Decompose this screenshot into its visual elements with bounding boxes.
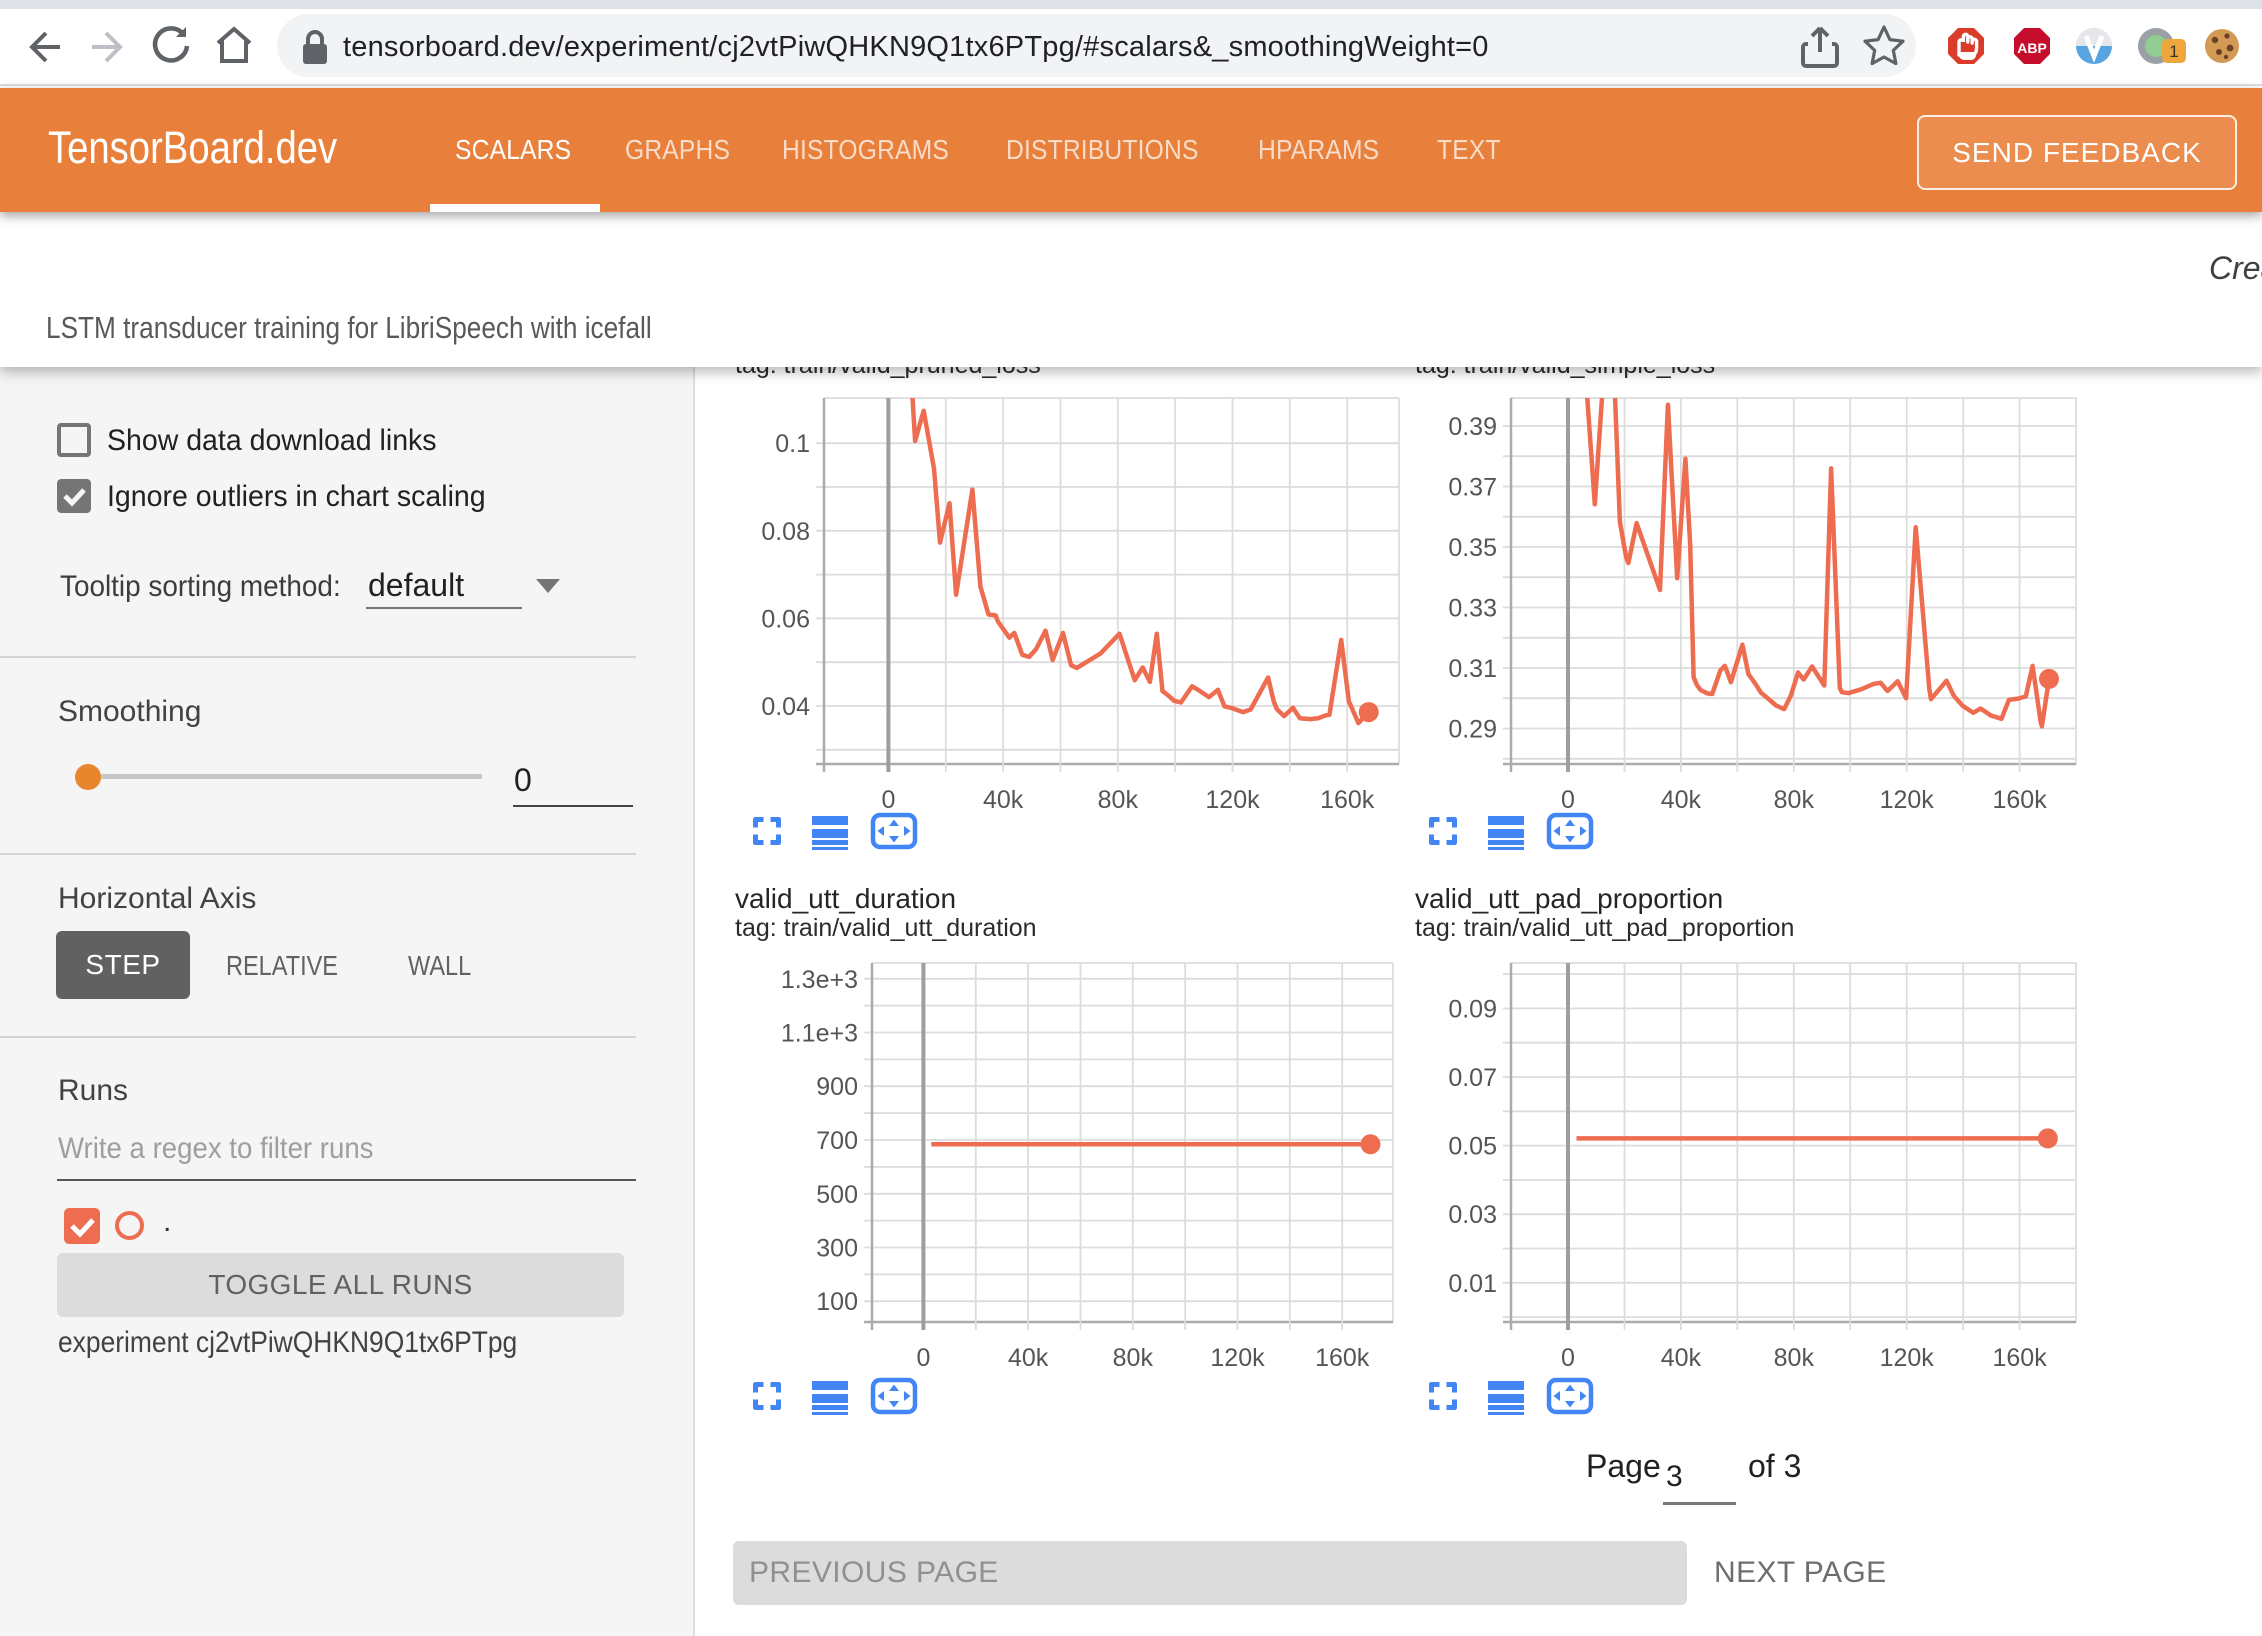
svg-text:0.06: 0.06: [761, 605, 810, 633]
svg-text:500: 500: [816, 1181, 858, 1209]
svg-text:0.37: 0.37: [1448, 474, 1497, 502]
svg-text:80k: 80k: [1774, 1344, 1815, 1372]
svg-text:0.07: 0.07: [1448, 1064, 1497, 1092]
svg-text:0: 0: [916, 1344, 930, 1372]
svg-text:0: 0: [1561, 1344, 1575, 1372]
svg-text:1.3e+3: 1.3e+3: [781, 966, 858, 994]
svg-text:1: 1: [2169, 42, 2178, 61]
svg-text:1.1e+3: 1.1e+3: [781, 1020, 858, 1048]
svg-text:120k: 120k: [1880, 1344, 1935, 1372]
svg-text:700: 700: [816, 1127, 858, 1155]
svg-text:120k: 120k: [1210, 1344, 1265, 1372]
svg-text:0.01: 0.01: [1448, 1270, 1497, 1298]
svg-text:40k: 40k: [1008, 1344, 1049, 1372]
svg-text:0.05: 0.05: [1448, 1133, 1497, 1161]
svg-text:0: 0: [881, 786, 895, 814]
svg-text:120k: 120k: [1880, 786, 1935, 814]
svg-text:0: 0: [1561, 786, 1575, 814]
svg-text:160k: 160k: [1992, 1344, 2047, 1372]
svg-text:300: 300: [816, 1235, 858, 1263]
svg-text:0.04: 0.04: [761, 693, 810, 721]
svg-text:120k: 120k: [1205, 786, 1260, 814]
svg-text:0.03: 0.03: [1448, 1201, 1497, 1229]
svg-text:160k: 160k: [1992, 786, 2047, 814]
svg-text:0.29: 0.29: [1448, 716, 1497, 744]
svg-text:0.09: 0.09: [1448, 995, 1497, 1023]
svg-text:tag: train/valid_utt_pad_propo: tag: train/valid_utt_pad_proportion: [1415, 914, 1794, 942]
svg-text:80k: 80k: [1098, 786, 1139, 814]
svg-text:160k: 160k: [1320, 786, 1375, 814]
svg-text:40k: 40k: [983, 786, 1024, 814]
svg-text:0.08: 0.08: [761, 518, 810, 546]
svg-text:valid_utt_duration: valid_utt_duration: [735, 883, 956, 914]
svg-text:160k: 160k: [1315, 1344, 1370, 1372]
svg-text:valid_utt_pad_proportion: valid_utt_pad_proportion: [1415, 883, 1723, 914]
svg-text:0.35: 0.35: [1448, 534, 1497, 562]
svg-text:80k: 80k: [1774, 786, 1815, 814]
svg-text:tag: train/valid_utt_duration: tag: train/valid_utt_duration: [735, 914, 1037, 942]
svg-text:900: 900: [816, 1073, 858, 1101]
svg-text:40k: 40k: [1661, 1344, 1702, 1372]
svg-text:ABP: ABP: [2017, 40, 2047, 56]
svg-text:100: 100: [816, 1288, 858, 1316]
svg-text:0.31: 0.31: [1448, 655, 1497, 683]
svg-text:0.33: 0.33: [1448, 595, 1497, 623]
svg-text:80k: 80k: [1113, 1344, 1154, 1372]
svg-text:0.1: 0.1: [775, 430, 810, 458]
svg-text:40k: 40k: [1661, 786, 1702, 814]
svg-text:0.39: 0.39: [1448, 413, 1497, 441]
